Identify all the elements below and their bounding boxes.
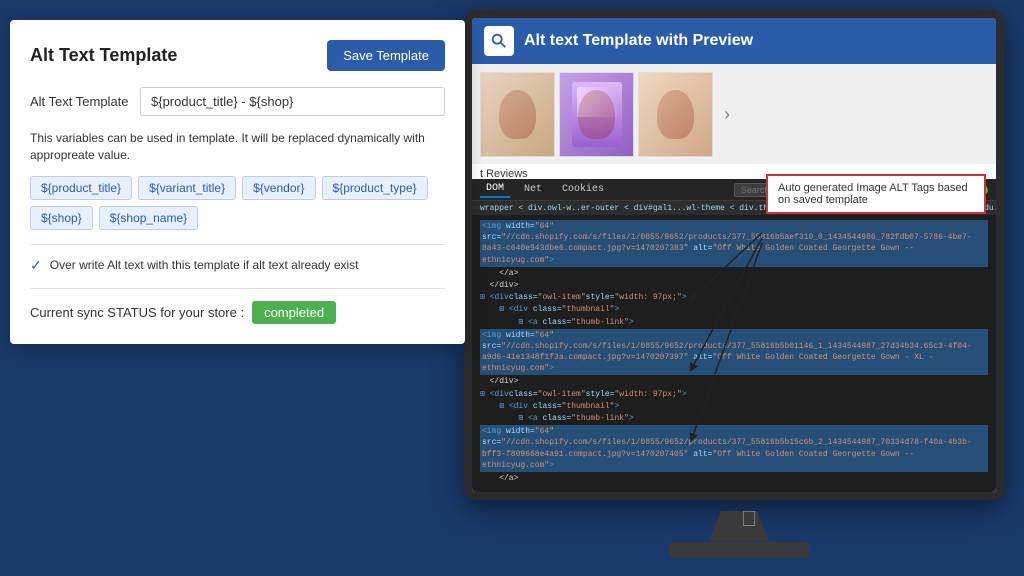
status-row: Current sync STATUS for your store : com…	[30, 301, 445, 324]
screen-header: Alt text Template with Preview	[472, 18, 996, 64]
checkbox-label: Over write Alt text with this template i…	[50, 258, 359, 272]
variable-tag-product-type[interactable]: ${product_type}	[322, 176, 428, 200]
variables-grid: ${product_title} ${variant_title} ${vend…	[30, 176, 445, 230]
code-line-6: ⊞ <a class="thumb-link">	[480, 317, 988, 328]
divider	[30, 244, 445, 245]
panel-header: Alt Text Template Save Template	[30, 40, 445, 71]
screen-content: › t Reviews Auto generated Image ALT Tag…	[472, 64, 996, 492]
code-line-7: </div>	[480, 376, 988, 387]
code-line-10: ⊞ <a class="thumb-link">	[480, 413, 988, 424]
devtools-tab-dom[interactable]: DOM	[480, 181, 510, 198]
variable-tag-variant-title[interactable]: ${variant_title}	[138, 176, 236, 200]
monitor-area: Alt text Template with Preview ›	[444, 0, 1024, 576]
template-input[interactable]	[140, 87, 445, 116]
code-line-9: ⊞ <div class="thumbnail">	[480, 401, 988, 412]
checkbox-row: ✓ Over write Alt text with this template…	[30, 257, 445, 274]
devtools-tab-net[interactable]: Net	[518, 182, 548, 197]
status-label: Current sync STATUS for your store :	[30, 305, 244, 320]
code-area: <img width="64" src="//cdn.shopify.com/s…	[472, 215, 996, 489]
code-line-2: </a>	[480, 268, 988, 279]
monitor-screen: Alt text Template with Preview ›	[472, 18, 996, 492]
auto-gen-label: Auto generated Image ALT Tags based on s…	[778, 182, 968, 206]
save-template-button[interactable]: Save Template	[327, 40, 445, 71]
code-highlight-1: <img width="64" src="//cdn.shopify.com/s…	[480, 220, 988, 267]
product-img-2	[559, 72, 634, 157]
description-text: This variables can be used in template. …	[30, 130, 445, 164]
status-badge: completed	[252, 301, 336, 324]
checkmark-icon: ✓	[30, 257, 42, 274]
variable-tag-shop-name[interactable]: ${shop_name}	[99, 206, 198, 230]
divider-2	[30, 288, 445, 289]
main-panel: Alt Text Template Save Template Alt Text…	[10, 20, 465, 344]
variable-tag-vendor[interactable]: ${vendor}	[242, 176, 315, 200]
product-img-1	[480, 72, 555, 157]
screen-main: › t Reviews Auto generated Image ALT Tag…	[472, 64, 996, 492]
screen-header-title: Alt text Template with Preview	[524, 32, 753, 50]
code-line-4: ⊞ <div class="owl-item" style="width: 97…	[480, 292, 988, 303]
code-highlight-3: <img width="64" src="//cdn.shopify.com/s…	[480, 425, 988, 472]
template-field-row: Alt Text Template	[30, 87, 445, 116]
devtools-tab-cookies[interactable]: Cookies	[556, 182, 610, 197]
app-icon	[484, 26, 514, 56]
product-images: ›	[472, 64, 996, 164]
devtools-panel: DOM Net Cookies ∧ ∨	[472, 179, 996, 492]
variable-tag-shop[interactable]: ${shop}	[30, 206, 93, 230]
panel-title: Alt Text Template	[30, 45, 177, 66]
code-line-3: </div>	[480, 280, 988, 291]
template-field-label: Alt Text Template	[30, 94, 130, 109]
apple-logo-icon: 	[734, 504, 764, 534]
code-highlight-2: <img width="64" src="//cdn.shopify.com/s…	[480, 329, 988, 376]
monitor-base	[669, 542, 809, 558]
chevron-right-icon[interactable]: ›	[717, 72, 737, 157]
code-line-5: ⊞ <div class="thumbnail">	[480, 304, 988, 315]
code-line-8: ⊞ <div class="owl-item" style="width: 97…	[480, 389, 988, 400]
monitor-bezel: Alt text Template with Preview ›	[464, 10, 1004, 500]
product-img-3	[638, 72, 713, 157]
code-line-11: </a>	[480, 473, 988, 484]
variable-tag-product-title[interactable]: ${product_title}	[30, 176, 132, 200]
auto-gen-box: Auto generated Image ALT Tags based on s…	[766, 174, 986, 214]
